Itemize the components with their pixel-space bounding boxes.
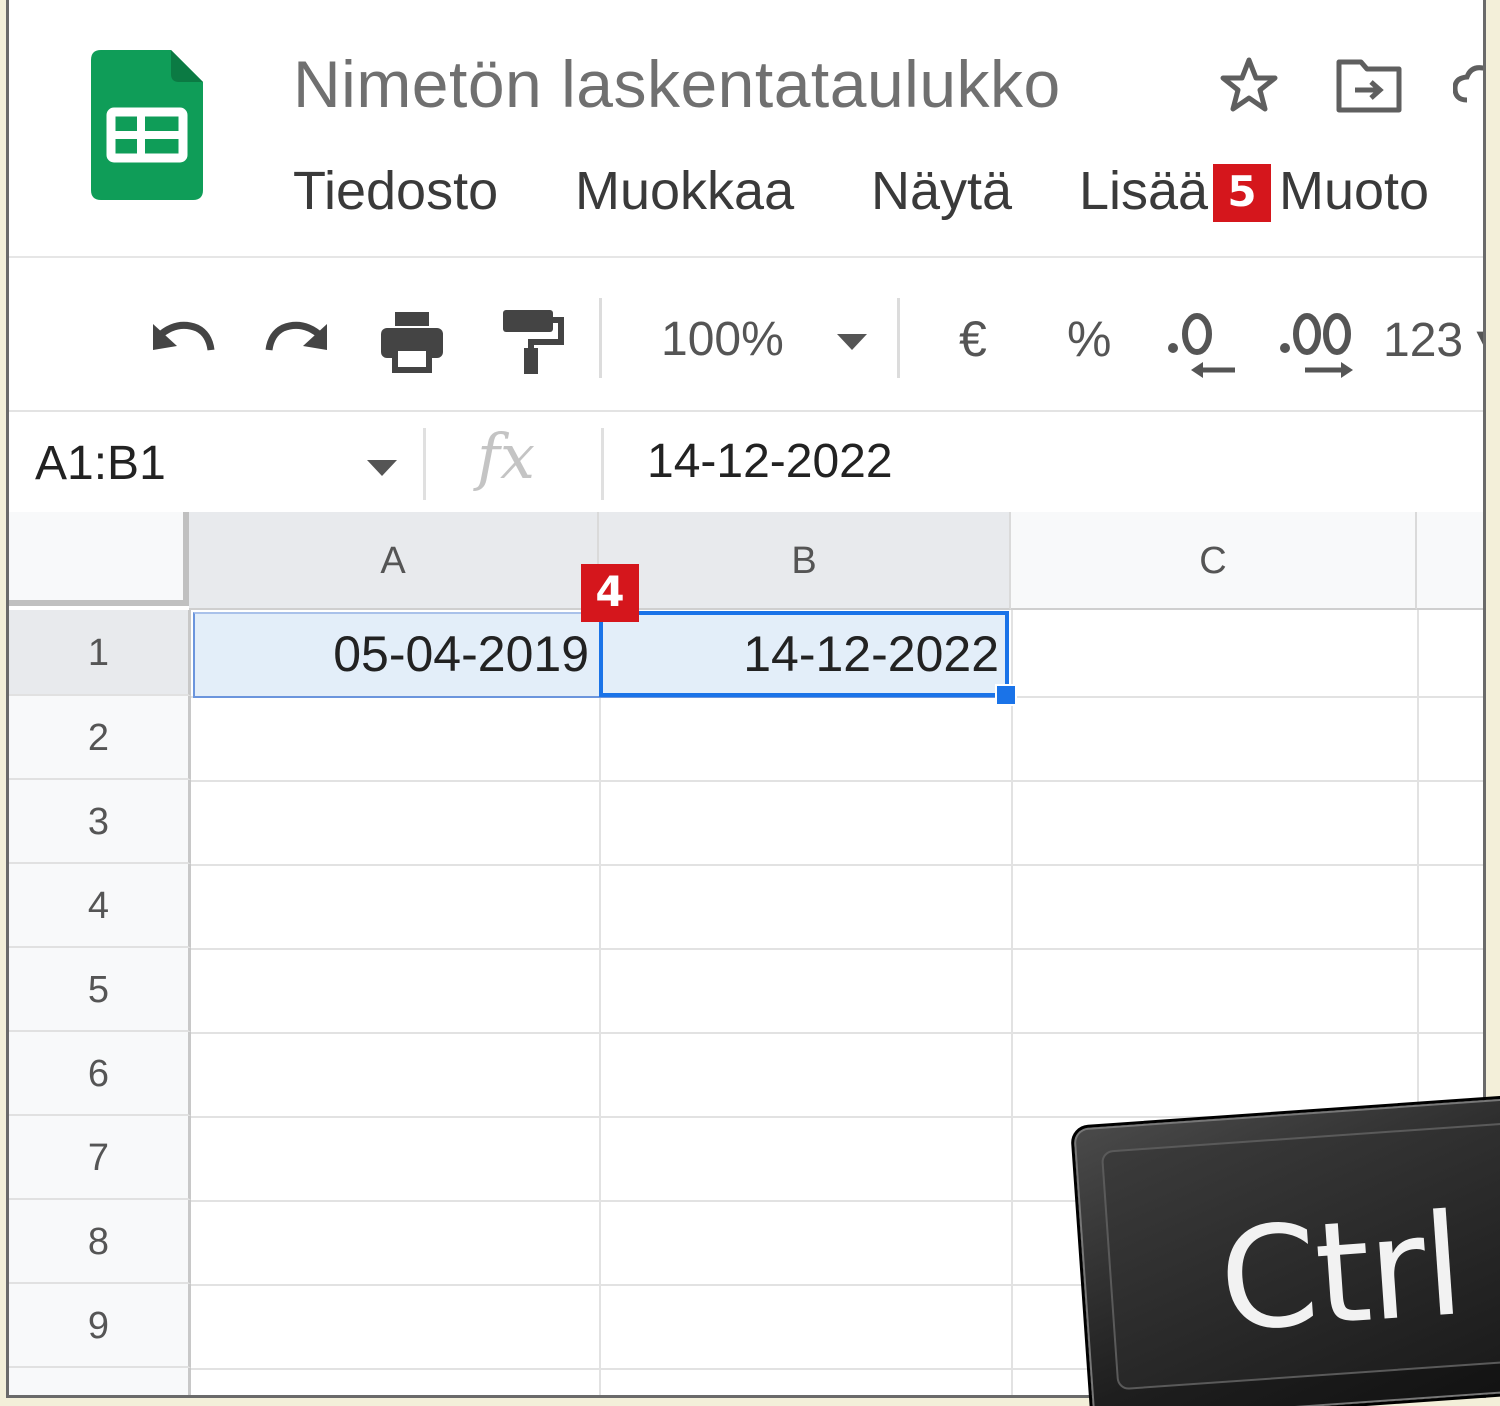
cell-a1[interactable]: 05-04-2019 xyxy=(193,612,599,696)
select-all-corner[interactable] xyxy=(9,512,189,606)
star-icon[interactable] xyxy=(1217,54,1281,118)
function-icon: fx xyxy=(477,420,535,493)
menu-file[interactable]: Tiedosto xyxy=(293,160,498,222)
grid-line xyxy=(191,780,1483,782)
ctrl-key-overlay: Ctrl xyxy=(1070,1093,1500,1406)
row-header-6[interactable]: 6 xyxy=(9,1032,191,1116)
fill-handle[interactable] xyxy=(995,684,1017,706)
grid-line xyxy=(191,948,1483,950)
percent-format-button[interactable]: % xyxy=(1067,310,1111,368)
menu-edit[interactable]: Muokkaa xyxy=(575,160,794,222)
row-header-3[interactable]: 3 xyxy=(9,780,191,864)
chevron-down-icon[interactable] xyxy=(365,458,399,478)
toolbar: 100% € % 123 ▾ xyxy=(9,270,1483,410)
menu-format[interactable]: Muoto xyxy=(1279,160,1429,222)
more-formats-button[interactable]: 123 ▾ xyxy=(1383,312,1483,368)
toolbar-divider xyxy=(9,410,1483,412)
grid-line xyxy=(599,610,601,1395)
formula-bar-separator xyxy=(423,428,426,500)
increase-decimal-icon[interactable] xyxy=(1275,304,1359,384)
zoom-select[interactable]: 100% xyxy=(661,312,784,367)
column-header-partial[interactable] xyxy=(1417,512,1483,610)
column-header-b[interactable]: B xyxy=(599,512,1011,610)
redo-icon[interactable] xyxy=(263,306,333,376)
sheets-logo-icon[interactable] xyxy=(91,50,203,200)
name-box[interactable]: A1:B1 xyxy=(35,436,166,491)
row-header-4[interactable]: 4 xyxy=(9,864,191,948)
menu-view[interactable]: Näytä xyxy=(871,160,1012,222)
row-header-2[interactable]: 2 xyxy=(9,696,191,780)
formula-bar-separator xyxy=(601,428,604,500)
undo-icon[interactable] xyxy=(147,306,217,376)
currency-format-button[interactable]: € xyxy=(959,310,987,368)
document-title[interactable]: Nimetön laskentataulukko xyxy=(293,46,1061,122)
move-to-folder-icon[interactable] xyxy=(1335,56,1403,114)
row-header-7[interactable]: 7 xyxy=(9,1116,191,1200)
grid-line xyxy=(191,1032,1483,1034)
step-badge-4: 4 xyxy=(581,564,639,622)
column-header-c[interactable]: C xyxy=(1011,512,1417,610)
step-badge-5: 5 xyxy=(1213,164,1271,222)
grid-line xyxy=(191,864,1483,866)
print-icon[interactable] xyxy=(377,306,447,376)
grid-line xyxy=(1011,610,1013,1395)
row-header-partial[interactable] xyxy=(9,1368,191,1395)
row-header-5[interactable]: 5 xyxy=(9,948,191,1032)
column-header-a[interactable]: A xyxy=(189,512,599,610)
row-header-8[interactable]: 8 xyxy=(9,1200,191,1284)
ctrl-key-face: Ctrl xyxy=(1100,1121,1500,1391)
menu-insert[interactable]: Lisää xyxy=(1079,160,1208,222)
ctrl-key-label: Ctrl xyxy=(1214,1184,1467,1364)
row-header-9[interactable]: 9 xyxy=(9,1284,191,1368)
toolbar-separator xyxy=(897,298,900,378)
toolbar-separator xyxy=(599,298,602,378)
header-divider xyxy=(9,256,1483,258)
chevron-down-icon[interactable] xyxy=(835,332,869,352)
formula-input[interactable]: 14-12-2022 xyxy=(647,434,893,489)
cell-b1[interactable]: 14-12-2022 xyxy=(601,612,1009,696)
paint-format-icon[interactable] xyxy=(497,306,567,376)
decrease-decimal-icon[interactable] xyxy=(1163,304,1239,384)
grid-line xyxy=(191,696,1483,698)
row-header-1[interactable]: 1 xyxy=(9,610,191,696)
cloud-status-icon[interactable] xyxy=(1453,60,1486,110)
